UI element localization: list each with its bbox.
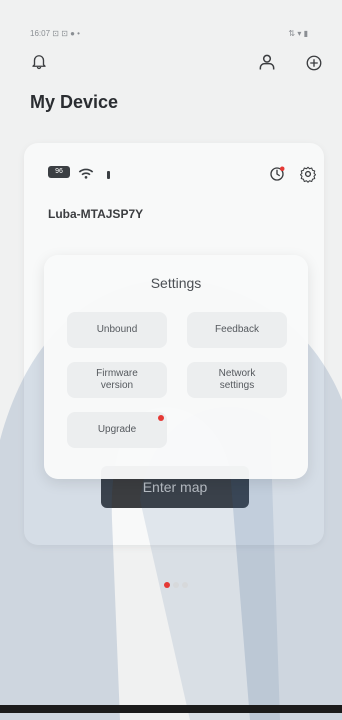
plus-circle-icon[interactable] bbox=[305, 54, 323, 72]
network-settings-label: Network settings bbox=[218, 368, 256, 391]
upgrade-button[interactable]: Upgrade bbox=[67, 412, 167, 448]
page-dot[interactable] bbox=[182, 582, 188, 588]
refresh-icon[interactable] bbox=[268, 165, 286, 183]
signal-icon bbox=[107, 171, 110, 179]
upgrade-badge bbox=[158, 415, 164, 421]
unbound-button[interactable]: Unbound bbox=[67, 312, 167, 348]
page-indicator bbox=[164, 582, 188, 588]
page-dot[interactable] bbox=[173, 582, 179, 588]
status-indicators-left: ⊡ ⊡ ● • bbox=[52, 29, 80, 38]
page-title: My Device bbox=[30, 92, 119, 112]
user-icon[interactable] bbox=[257, 52, 277, 72]
page-dot-active[interactable] bbox=[164, 582, 170, 588]
device-name: Luba-MTAJSP7Y bbox=[48, 207, 144, 221]
feedback-button[interactable]: Feedback bbox=[187, 312, 287, 348]
feedback-label: Feedback bbox=[215, 324, 259, 335]
gear-icon[interactable] bbox=[299, 165, 317, 183]
battery-icon: 96 bbox=[48, 166, 70, 178]
firmware-version-label: Firmware version bbox=[96, 368, 138, 391]
navigation-bar bbox=[0, 705, 342, 713]
settings-title: Settings bbox=[150, 275, 202, 291]
status-time: 16:07 bbox=[30, 29, 51, 38]
status-bar-right: ⇅ ▾ ▮ bbox=[288, 29, 308, 38]
network-settings-button[interactable]: Network settings bbox=[187, 362, 287, 398]
status-bar-time: 16:07 ⊡ ⊡ ● • bbox=[30, 29, 80, 38]
unbound-label: Unbound bbox=[96, 324, 138, 335]
wifi-icon bbox=[78, 168, 94, 179]
bell-icon[interactable] bbox=[30, 52, 48, 70]
firmware-version-button[interactable]: Firmware version bbox=[67, 362, 167, 398]
status-indicators-right: ⇅ ▾ ▮ bbox=[288, 29, 308, 38]
upgrade-label: Upgrade bbox=[97, 424, 137, 435]
